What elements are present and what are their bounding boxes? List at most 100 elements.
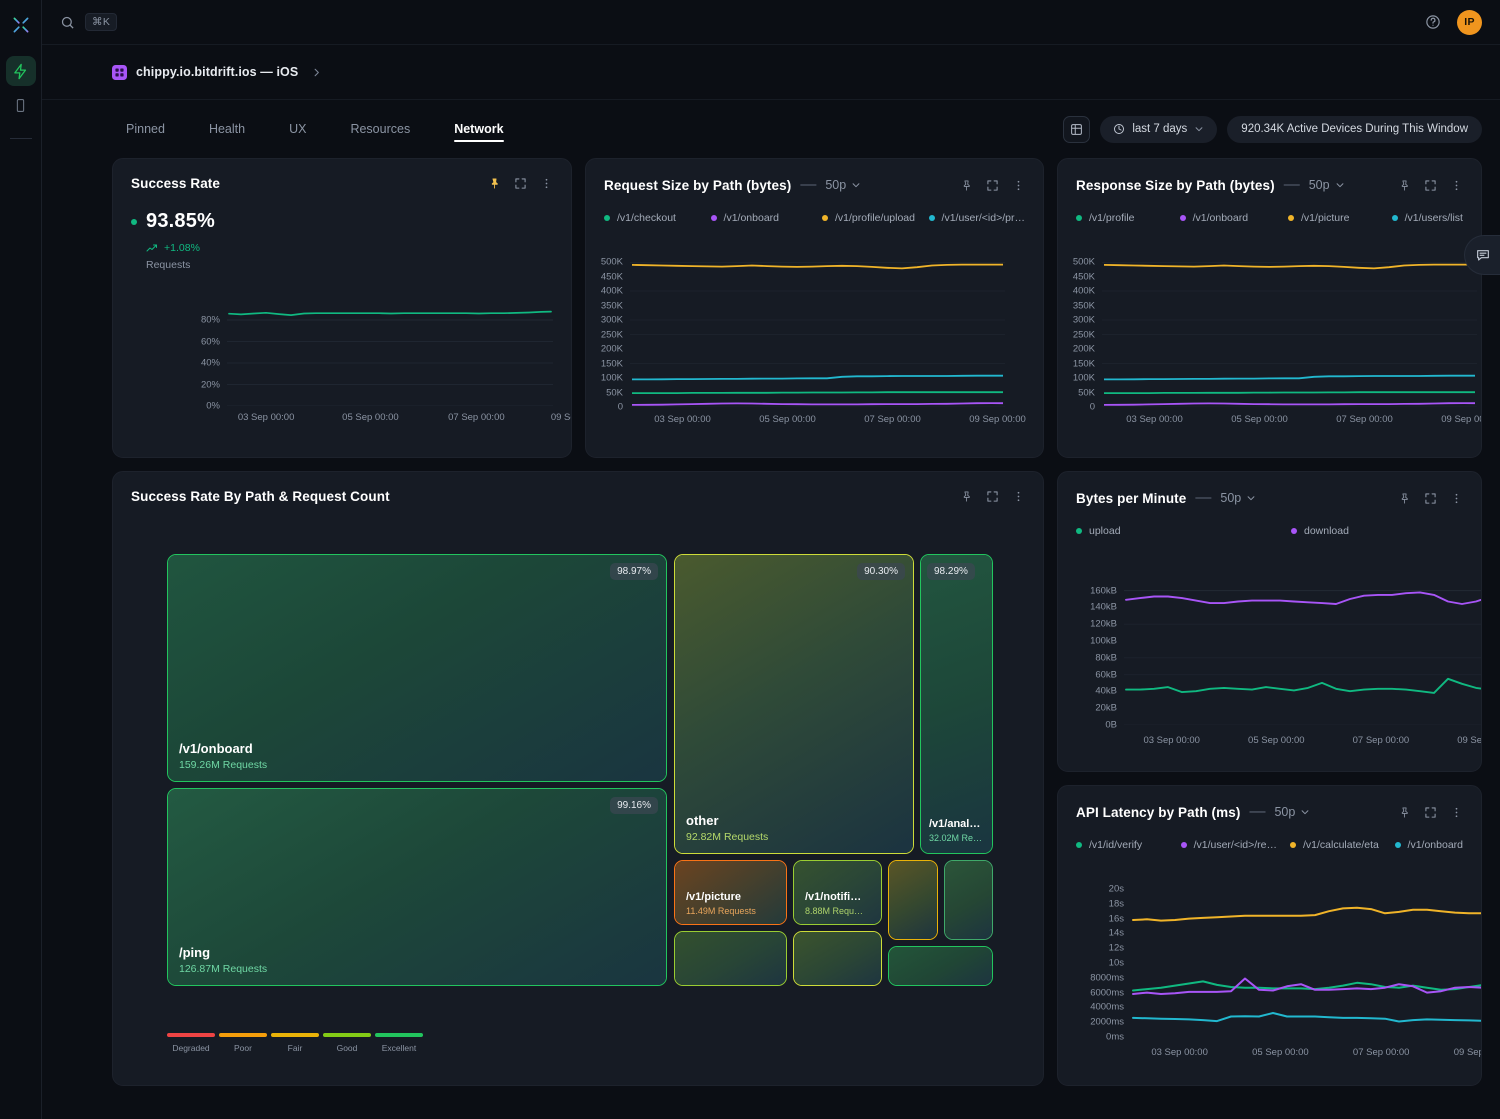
percentile-label: 50p [825,178,846,192]
search-shortcut: ⌘K [85,13,117,32]
treemap-tile-picture[interactable]: /v1/picture 11.49M Requests [674,860,787,925]
card-title: API Latency by Path (ms) [1076,805,1240,820]
percentile-selector[interactable]: 50p [825,178,861,192]
legend-item[interactable]: /v1/picture [1288,212,1392,224]
treemap-tile[interactable] [888,946,993,986]
more-vertical-icon[interactable] [540,177,553,190]
legend-item[interactable]: /v1/onboard [1180,212,1288,224]
legend-item[interactable]: /v1/profile [1076,212,1180,224]
card-title: Response Size by Path (bytes) [1076,178,1275,193]
metric-delta: +1.08% [146,242,553,254]
more-vertical-icon[interactable] [1450,806,1463,819]
dashboard-board: Success Rate [42,158,1500,1119]
pin-icon[interactable] [1398,179,1411,192]
rail-item-lightning[interactable] [6,56,36,86]
expand-icon[interactable] [1424,806,1437,819]
treemap-tile[interactable] [674,931,787,986]
api-latency-chart [1131,889,1482,1037]
legend-item[interactable]: /v1/checkout [604,212,711,224]
pin-icon[interactable] [960,490,973,503]
legend-item[interactable]: /v1/onboard [1395,839,1463,851]
tab-ux[interactable]: UX [267,100,328,158]
card-api-latency: API Latency by Path (ms) — 50p [1057,785,1482,1086]
tab-pinned[interactable]: Pinned [112,100,187,158]
legend-label: download [1304,525,1349,537]
percentile-selector[interactable]: 50p [1309,178,1345,192]
treemap-tile[interactable] [793,931,882,986]
expand-icon[interactable] [986,179,999,192]
legend-label: /v1/user/<id>/re… [1194,839,1277,851]
legend-item[interactable]: /v1/calculate/eta [1290,839,1395,851]
expand-icon[interactable] [1424,492,1437,505]
card-title: Success Rate By Path & Request Count [131,489,390,504]
breadcrumb[interactable]: chippy.io.bitdrift.ios — iOS [112,65,322,80]
percentile-label: 50p [1309,178,1330,192]
expand-icon[interactable] [1424,179,1437,192]
bitdrift-logo-icon[interactable] [6,10,36,40]
tabs-bar: Pinned Health UX Resources Network [42,100,1500,158]
more-vertical-icon[interactable] [1012,179,1025,192]
treemap-tile-ping[interactable]: 99.16% /ping 126.87M Requests [167,788,667,986]
more-vertical-icon[interactable] [1450,492,1463,505]
treemap-tile[interactable] [944,860,993,940]
card-actions [1398,179,1463,192]
request-size-plot: 050K 100K150K 200K250K 300K350K 400K450K… [630,262,1005,407]
card-request-size: Request Size by Path (bytes) — 50p [585,158,1044,458]
expand-icon[interactable] [514,177,527,190]
pin-icon[interactable] [1398,806,1411,819]
legend-item[interactable]: /v1/id/verify [1076,839,1181,851]
card-header: API Latency by Path (ms) — 50p [1058,786,1481,821]
tab-resources[interactable]: Resources [328,100,432,158]
card-actions [1398,492,1463,505]
rail-divider [10,138,32,139]
legend-item[interactable]: /v1/user/<id>/pr… [929,212,1025,224]
pin-icon[interactable] [960,179,973,192]
pin-icon[interactable] [488,177,501,190]
card-title: Bytes per Minute [1076,491,1186,506]
tab-health[interactable]: Health [187,100,267,158]
tile-label: /ping 126.87M Requests [179,945,658,975]
percentile-selector[interactable]: 50p [1274,805,1310,819]
legend-item[interactable]: upload [1076,525,1291,537]
metric-delta-value: +1.08% [164,242,200,254]
help-circle-icon[interactable] [1425,14,1441,30]
legend: /v1/checkout /v1/onboard /v1/profile/upl… [586,194,1043,224]
feedback-button[interactable] [1464,235,1500,275]
legend-item[interactable]: /v1/users/list [1392,212,1463,224]
treemap-tile[interactable] [888,860,938,940]
treemap-scale-legend: Degraded Poor Fair Good [167,1033,423,1053]
percentile-selector[interactable]: 50p [1220,491,1256,505]
tab-network[interactable]: Network [432,100,525,158]
top-bar-right: IP [1425,10,1482,35]
response-size-chart [1102,262,1477,407]
request-size-chart [630,262,1005,407]
left-rail [0,0,42,1119]
legend-item[interactable]: download [1291,525,1349,537]
legend-item[interactable]: /v1/profile/upload [822,212,929,224]
legend-item[interactable]: /v1/user/<id>/re… [1181,839,1290,851]
scale-item-degraded: Degraded [167,1033,215,1053]
legend-item[interactable]: /v1/onboard [711,212,822,224]
treemap-tile-onboard[interactable]: 98.97% /v1/onboard 159.26M Requests [167,554,667,782]
treemap-tile-notification[interactable]: /v1/notifi… 8.88M Requ… [793,860,882,925]
chevron-down-icon [1194,124,1204,134]
active-devices-label: 920.34K Active Devices During This Windo… [1241,123,1468,135]
avatar[interactable]: IP [1457,10,1482,35]
pin-icon[interactable] [1398,492,1411,505]
time-range-selector[interactable]: last 7 days [1100,116,1217,143]
legend-label: /v1/calculate/eta [1303,839,1379,851]
bytes-per-minute-plot: 0B20kB 40kB60kB 80kB100kB 120kB140kB 160… [1124,585,1482,725]
more-vertical-icon[interactable] [1012,490,1025,503]
chevron-right-icon[interactable] [311,67,322,78]
rail-item-device[interactable] [6,90,36,120]
treemap-tile-analytics[interactable]: 98.29% /v1/anal… 32.02M Re… [920,554,993,854]
more-vertical-icon[interactable] [1450,179,1463,192]
treemap-tile-other[interactable]: 90.30% other 92.82M Requests [674,554,914,854]
tile-requests: 32.02M Re… [929,833,988,843]
expand-icon[interactable] [986,490,999,503]
grid-layout-icon [1070,123,1083,136]
legend-label: /v1/profile [1089,212,1135,224]
search-button[interactable]: ⌘K [60,13,117,32]
grid-layout-button[interactable] [1063,116,1090,143]
tab-label: Health [209,122,245,136]
